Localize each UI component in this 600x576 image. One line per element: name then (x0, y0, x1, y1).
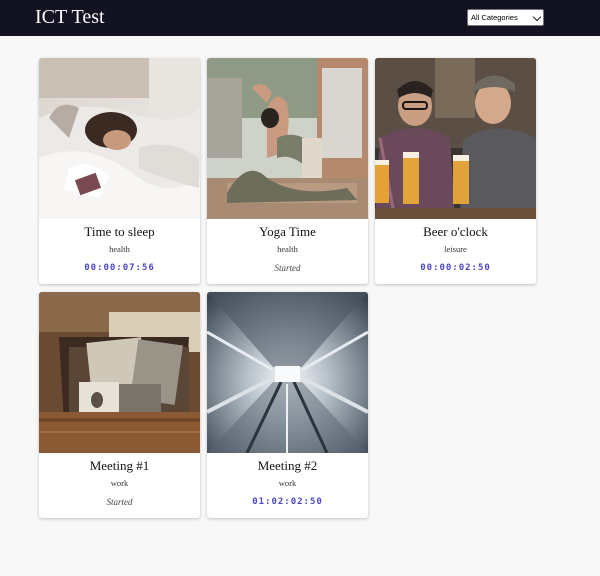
activity-category: health (277, 244, 298, 254)
activity-timer: 01:02:02:50 (252, 497, 323, 507)
activity-timer: 00:00:07:56 (84, 263, 155, 273)
yoga-pose-photo (207, 58, 368, 219)
activity-title: Meeting #1 (89, 458, 150, 473)
activity-status: Started (106, 497, 133, 507)
activity-category: work (278, 478, 297, 488)
old-photos-box-photo (39, 292, 200, 453)
activity-title: Time to sleep (84, 224, 155, 239)
activity-card-meeting-2[interactable]: Meeting #2 work 01:02:02:50 (207, 292, 368, 518)
category-filter-select[interactable]: All Categories (467, 9, 544, 26)
activity-timer: 00:00:02:50 (420, 263, 491, 273)
tunnel-motion-photo (207, 292, 368, 453)
chevron-down-icon (532, 12, 542, 22)
activity-status: Started (274, 263, 301, 273)
activity-category: leisure (444, 244, 467, 254)
activity-title: Meeting #2 (257, 458, 318, 473)
category-filter-value: All Categories (471, 13, 518, 22)
app-header: ICT Test All Categories (0, 0, 600, 36)
sleeping-person-photo (39, 58, 200, 219)
activity-card-meeting-1[interactable]: Meeting #1 work Started (39, 292, 200, 518)
activity-category: health (109, 244, 130, 254)
activity-title: Beer o'clock (423, 224, 488, 239)
activity-category: work (110, 478, 129, 488)
activity-card-beer-oclock[interactable]: Beer o'clock leisure 00:00:02:50 (375, 58, 536, 284)
two-men-with-beer-photo (375, 58, 536, 219)
activity-card-time-to-sleep[interactable]: Time to sleep health 00:00:07:56 (39, 58, 200, 284)
activity-card-yoga-time[interactable]: Yoga Time health Started (207, 58, 368, 284)
activity-title: Yoga Time (259, 224, 316, 239)
app-title: ICT Test (35, 6, 105, 28)
